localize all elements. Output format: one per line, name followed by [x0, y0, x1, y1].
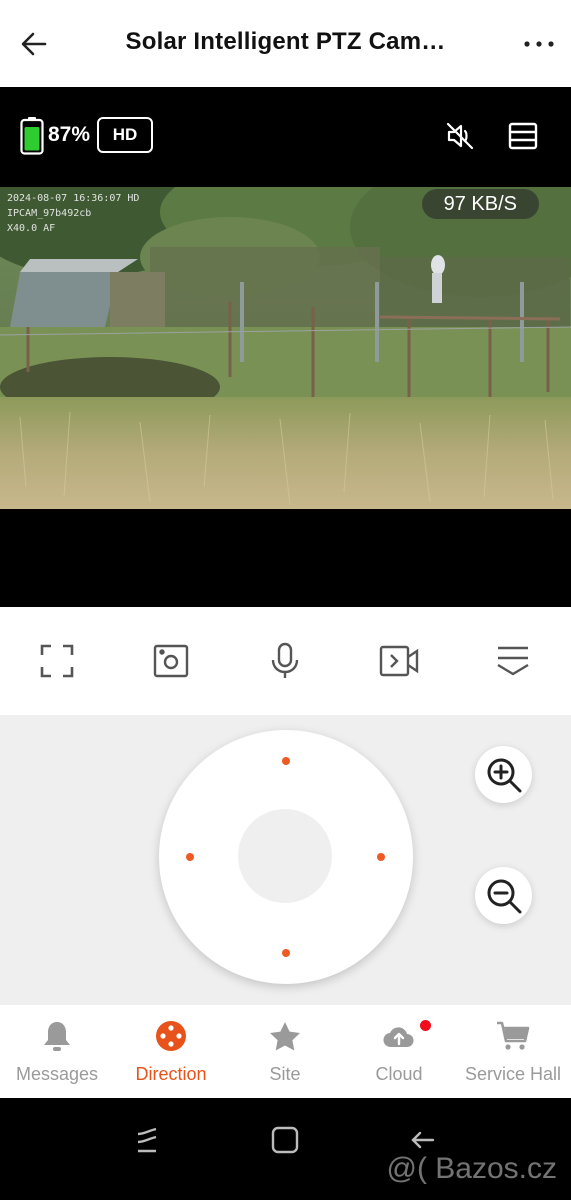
- bitrate-badge: 97 KB/S: [421, 189, 539, 219]
- speaker-muted-icon[interactable]: [440, 116, 480, 156]
- shopping-cart-icon: [456, 1018, 570, 1054]
- live-video-feed[interactable]: 2024-08-07 16:36:07 HD IPCAM_97b492cb X40.…: [0, 187, 571, 509]
- app-bar: Solar Intelligent PTZ Cam…: [0, 0, 571, 87]
- collapse-menu-icon[interactable]: [493, 641, 533, 681]
- page-title: Solar Intelligent PTZ Cam…: [125, 28, 446, 55]
- osd-overlay: 2024-08-07 16:36:07 HD IPCAM_97b492cb X40.…: [7, 191, 139, 236]
- fullscreen-icon[interactable]: [37, 641, 77, 681]
- layout-list-icon[interactable]: [503, 116, 543, 156]
- nav-service-hall-label: Service Hall: [464, 1064, 562, 1084]
- joystick-up-indicator[interactable]: [282, 757, 290, 765]
- recent-apps-icon[interactable]: [127, 1120, 167, 1160]
- bottom-navigation: Messages Direction Site Cloud Service Ha…: [0, 1005, 571, 1098]
- microphone-icon[interactable]: [265, 641, 305, 681]
- nav-cloud[interactable]: Cloud: [342, 1005, 456, 1098]
- osd-datetime: 2024-08-07 16:36:07 HD: [7, 193, 140, 204]
- nav-service-hall[interactable]: Service Hall: [456, 1005, 570, 1098]
- control-toolbar: [0, 607, 571, 715]
- cloud-notification-badge: [420, 1020, 431, 1031]
- snapshot-icon[interactable]: [151, 641, 191, 681]
- nav-direction-label: Direction: [135, 1064, 207, 1084]
- record-video-icon[interactable]: [379, 641, 419, 681]
- battery-percent: 87%: [48, 123, 91, 146]
- nav-messages[interactable]: Messages: [0, 1005, 114, 1098]
- osd-camera-id: IPCAM_97b492cb: [7, 208, 92, 219]
- nav-cloud-label: Cloud: [375, 1064, 423, 1084]
- star-icon: [228, 1018, 342, 1054]
- nav-messages-label: Messages: [15, 1064, 99, 1084]
- zoom-out-icon[interactable]: [475, 867, 532, 924]
- joystick-right-indicator[interactable]: [377, 853, 385, 861]
- joystick-knob[interactable]: [238, 809, 332, 903]
- direction-joystick[interactable]: [159, 730, 413, 984]
- more-horizontal-icon[interactable]: [519, 24, 559, 64]
- bell-icon: [0, 1018, 114, 1054]
- battery-icon: [20, 117, 44, 155]
- joystick-down-indicator[interactable]: [282, 949, 290, 957]
- home-icon[interactable]: [265, 1120, 305, 1160]
- joystick-left-indicator[interactable]: [186, 853, 194, 861]
- direction-pad-icon: [114, 1018, 228, 1054]
- nav-site[interactable]: Site: [228, 1005, 342, 1098]
- zoom-in-icon[interactable]: [475, 746, 532, 803]
- ptz-control-panel: [0, 715, 571, 1005]
- quality-badge[interactable]: HD: [97, 117, 153, 153]
- nav-site-label: Site: [269, 1064, 301, 1084]
- nav-direction[interactable]: Direction: [114, 1005, 228, 1098]
- osd-zoom: X40.0 AF: [7, 223, 56, 234]
- watermark: @( Bazos.cz: [386, 1152, 558, 1185]
- cloud-upload-icon: [342, 1018, 456, 1054]
